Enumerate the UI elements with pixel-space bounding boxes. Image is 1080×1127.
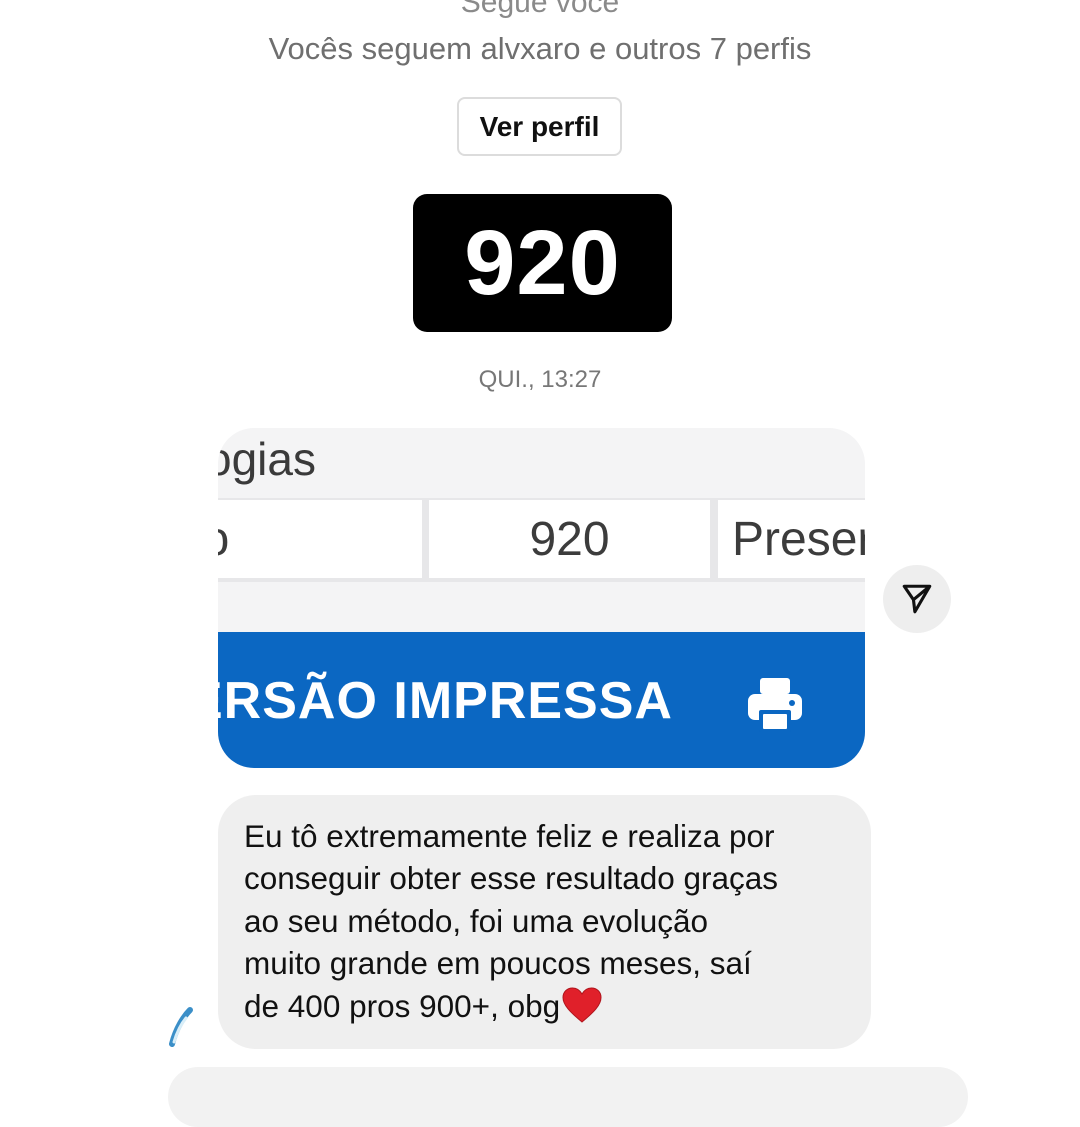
share-button[interactable]: [883, 565, 951, 633]
text-message-bubble[interactable]: Eu tô extremamente feliz e realiza por c…: [218, 795, 871, 1049]
message-line: conseguir obter esse resultado graças: [244, 860, 779, 897]
printer-icon: [748, 678, 802, 732]
image-heading-text: ogias: [218, 433, 316, 485]
image-cell-text: io: [218, 512, 229, 567]
message-line: ao seu método, foi uma evolução: [244, 902, 709, 939]
follows-you-text: Segue você: [460, 0, 620, 19]
message-line: de 400 pros 900+, obg: [244, 987, 561, 1024]
view-profile-button[interactable]: Ver perfil: [457, 97, 622, 156]
message-timestamp: QUI., 13:27: [478, 366, 602, 393]
score-sticker: 920: [413, 194, 672, 332]
image-table-cell-score: 920: [429, 500, 710, 578]
image-message[interactable]: ogias io 920 Preser ERSÃO IMPRESSA: [218, 428, 865, 768]
mutual-followers-text: Vocês seguem alvxaro e outros 7 perfis: [268, 31, 812, 66]
avatar[interactable]: [168, 1006, 194, 1050]
image-table-cell: Preser: [718, 500, 865, 578]
message-line: muito grande em poucos meses, saí: [244, 945, 752, 982]
image-banner-text: ERSÃO IMPRESSA: [218, 672, 673, 730]
image-table-cell: io: [218, 500, 422, 578]
send-icon: [902, 584, 932, 614]
next-message-bubble[interactable]: [168, 1067, 968, 1127]
heart-emoji-icon: [562, 987, 602, 1023]
message-line-last: de 400 pros 900+, obg: [244, 985, 847, 1027]
message-line: Eu tô extremamente feliz e realiza por: [244, 818, 775, 854]
